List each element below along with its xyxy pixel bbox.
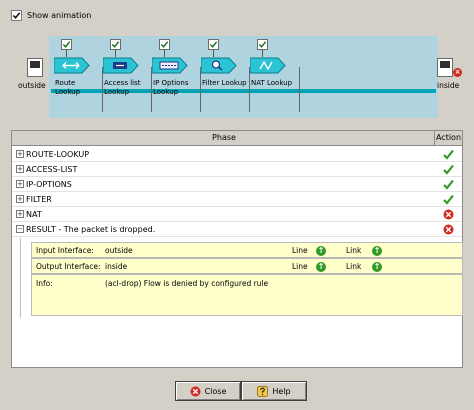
output-interface-icon[interactable] [437, 58, 453, 77]
stage-checkbox[interactable] [61, 39, 72, 50]
close-icon [190, 386, 201, 397]
stage-label: NAT Lookup [251, 79, 293, 87]
stage-checkbox[interactable] [257, 39, 268, 50]
allow-check-icon [442, 194, 454, 205]
stage-label: Access list Lookup [104, 79, 141, 96]
stage-filter-lookup[interactable]: Filter Lookup [200, 35, 249, 117]
line-up-icon: ↑ [316, 262, 326, 272]
output-interface-key: Output Interface: [36, 262, 101, 271]
help-icon [257, 385, 269, 397]
allow-check-icon [442, 149, 454, 160]
stage-checkbox[interactable] [110, 39, 121, 50]
info-row: Info: (acl-drop) Flow is denied by confi… [31, 274, 463, 316]
link-label: Link [346, 246, 362, 255]
drop-x-icon [443, 209, 453, 220]
phase-row-result[interactable]: − RESULT - The packet is dropped. [12, 222, 462, 237]
link-up-icon: ↑ [372, 262, 382, 272]
nat-icon [250, 57, 286, 74]
stage-checkbox[interactable] [208, 39, 219, 50]
input-interface-row: Input Interface: outside Line ↑ Link ↑ [31, 242, 463, 258]
stage-label: Filter Lookup [202, 79, 247, 87]
stage-label: IP Options Lookup [153, 79, 189, 96]
info-value: (acl-drop) Flow is denied by configured … [105, 279, 269, 288]
input-interface-key: Input Interface: [36, 246, 94, 255]
link-label: Link [346, 262, 362, 271]
expand-icon[interactable]: + [16, 195, 24, 203]
phase-table-header: Phase Action [12, 131, 462, 146]
pipeline-panel: outside × inside Route Lookup Access lis… [11, 24, 463, 122]
phase-row-access-list[interactable]: + ACCESS-LIST [12, 162, 462, 177]
line-label: Line [292, 262, 308, 271]
phase-row-route-lookup[interactable]: + ROUTE-LOOKUP [12, 147, 462, 162]
stage-checkbox[interactable] [159, 39, 170, 50]
checkmark-icon [12, 11, 21, 19]
input-interface-label: outside [18, 81, 46, 90]
phase-label: FILTER [26, 195, 52, 204]
stage-route-lookup[interactable]: Route Lookup [54, 35, 102, 117]
phase-label: NAT [26, 210, 42, 219]
close-button[interactable]: Close [175, 381, 241, 401]
phase-label: IP-OPTIONS [26, 180, 72, 189]
phase-row-filter[interactable]: + FILTER [12, 192, 462, 207]
help-button-label: Help [272, 386, 291, 396]
output-interface-label: inside [437, 81, 460, 90]
expand-icon[interactable]: + [16, 165, 24, 173]
allow-check-icon [442, 164, 454, 175]
line-up-icon: ↑ [316, 246, 326, 256]
stage-label: Route Lookup [55, 79, 81, 96]
expand-icon[interactable]: + [16, 180, 24, 188]
expand-icon[interactable]: + [16, 150, 24, 158]
action-column-header[interactable]: Action [434, 131, 462, 145]
phase-label: RESULT - The packet is dropped. [26, 225, 156, 234]
input-interface-icon[interactable] [27, 58, 43, 77]
phase-row-nat[interactable]: + NAT [12, 207, 462, 222]
phase-table: Phase Action + ROUTE-LOOKUP + ACCESS-LIS… [11, 130, 463, 368]
input-interface-value: outside [105, 246, 133, 255]
drop-icon: × [453, 68, 462, 77]
access-list-icon [103, 57, 139, 74]
show-animation-checkbox[interactable] [11, 9, 22, 21]
output-interface-row: Output Interface: inside Line ↑ Link ↑ [31, 258, 463, 274]
collapse-icon[interactable]: − [16, 225, 24, 233]
line-label: Line [292, 246, 308, 255]
help-button[interactable]: Help [241, 381, 307, 401]
allow-check-icon [442, 179, 454, 190]
link-up-icon: ↑ [372, 246, 382, 256]
stage-ip-options-lookup[interactable]: IP Options Lookup [151, 35, 200, 117]
drop-x-icon [443, 224, 453, 235]
close-button-label: Close [204, 386, 227, 396]
expand-icon[interactable]: + [16, 210, 24, 218]
show-animation-label: Show animation [27, 10, 92, 20]
phase-column-header[interactable]: Phase [14, 131, 434, 145]
info-key: Info: [36, 279, 53, 288]
filter-icon [201, 57, 237, 74]
phase-label: ROUTE-LOOKUP [26, 150, 90, 159]
ip-options-icon [152, 57, 188, 74]
tree-line [20, 238, 21, 318]
stage-access-list-lookup[interactable]: Access list Lookup [102, 35, 151, 117]
stage-nat-lookup[interactable]: NAT Lookup [249, 35, 298, 117]
show-animation-row[interactable]: Show animation [11, 8, 91, 22]
stage-separator [299, 67, 300, 112]
phase-label: ACCESS-LIST [26, 165, 78, 174]
output-interface-value: inside [105, 262, 128, 271]
phase-row-ip-options[interactable]: + IP-OPTIONS [12, 177, 462, 192]
route-icon [54, 57, 90, 74]
result-details: Input Interface: outside Line ↑ Link ↑ O… [31, 242, 463, 316]
